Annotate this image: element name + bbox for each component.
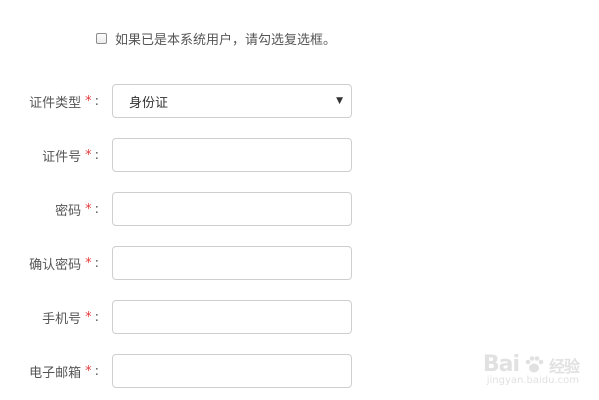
confirm-password-label: 确认密码 * : xyxy=(29,246,99,280)
id-number-label: 证件号 * : xyxy=(42,138,99,172)
phone-input[interactable] xyxy=(112,300,352,334)
watermark-logo: Bai 经验 xyxy=(482,352,580,377)
phone-label: 手机号 * : xyxy=(42,300,99,334)
existing-user-checkbox[interactable] xyxy=(96,33,107,44)
label-colon: : xyxy=(94,255,99,271)
label-colon: : xyxy=(94,93,99,109)
email-label-text: 电子邮箱 xyxy=(29,365,82,381)
label-colon: : xyxy=(94,309,99,325)
watermark-brand: Bai xyxy=(482,352,520,377)
watermark-url: jingyan.baidu.com xyxy=(486,375,579,386)
existing-user-checkbox-label: 如果已是本系统用户，请勾选复选框。 xyxy=(115,33,337,48)
form-row-confirm-password: 确认密码 * : xyxy=(0,246,599,280)
confirm-password-input[interactable] xyxy=(112,246,352,280)
id-type-label-text: 证件类型 xyxy=(29,95,82,111)
form-row-id-number: 证件号 * : xyxy=(0,138,599,172)
baidu-jingyan-watermark: Bai 经验 jingyan.baidu.com xyxy=(482,352,580,386)
id-type-selected-value: 身份证 xyxy=(129,95,169,111)
watermark-jingyan: 经验 xyxy=(548,356,580,376)
email-input[interactable] xyxy=(112,354,352,388)
id-number-label-text: 证件号 xyxy=(42,149,82,165)
label-colon: : xyxy=(94,147,99,163)
paw-icon xyxy=(523,354,545,376)
existing-user-checkbox-row[interactable]: 如果已是本系统用户，请勾选复选框。 xyxy=(96,29,336,48)
form-row-id-type: 证件类型 * : 身份证 ▼ xyxy=(0,84,599,118)
required-mark: * xyxy=(85,363,92,379)
password-label-text: 密码 xyxy=(55,203,82,219)
required-mark: * xyxy=(85,255,92,271)
password-input[interactable] xyxy=(112,192,352,226)
id-type-label: 证件类型 * : xyxy=(29,84,99,118)
phone-label-text: 手机号 xyxy=(42,311,82,327)
form-row-phone: 手机号 * : xyxy=(0,300,599,334)
required-mark: * xyxy=(85,93,92,109)
email-label: 电子邮箱 * : xyxy=(29,354,99,388)
confirm-password-label-text: 确认密码 xyxy=(29,257,82,273)
required-mark: * xyxy=(85,201,92,217)
id-number-input[interactable] xyxy=(112,138,352,172)
password-label: 密码 * : xyxy=(55,192,99,226)
form-row-password: 密码 * : xyxy=(0,192,599,226)
label-colon: : xyxy=(94,363,99,379)
required-mark: * xyxy=(85,309,92,325)
dropdown-caret-icon: ▼ xyxy=(336,96,343,106)
label-colon: : xyxy=(94,201,99,217)
id-type-select[interactable]: 身份证 ▼ xyxy=(112,84,352,118)
required-mark: * xyxy=(85,147,92,163)
